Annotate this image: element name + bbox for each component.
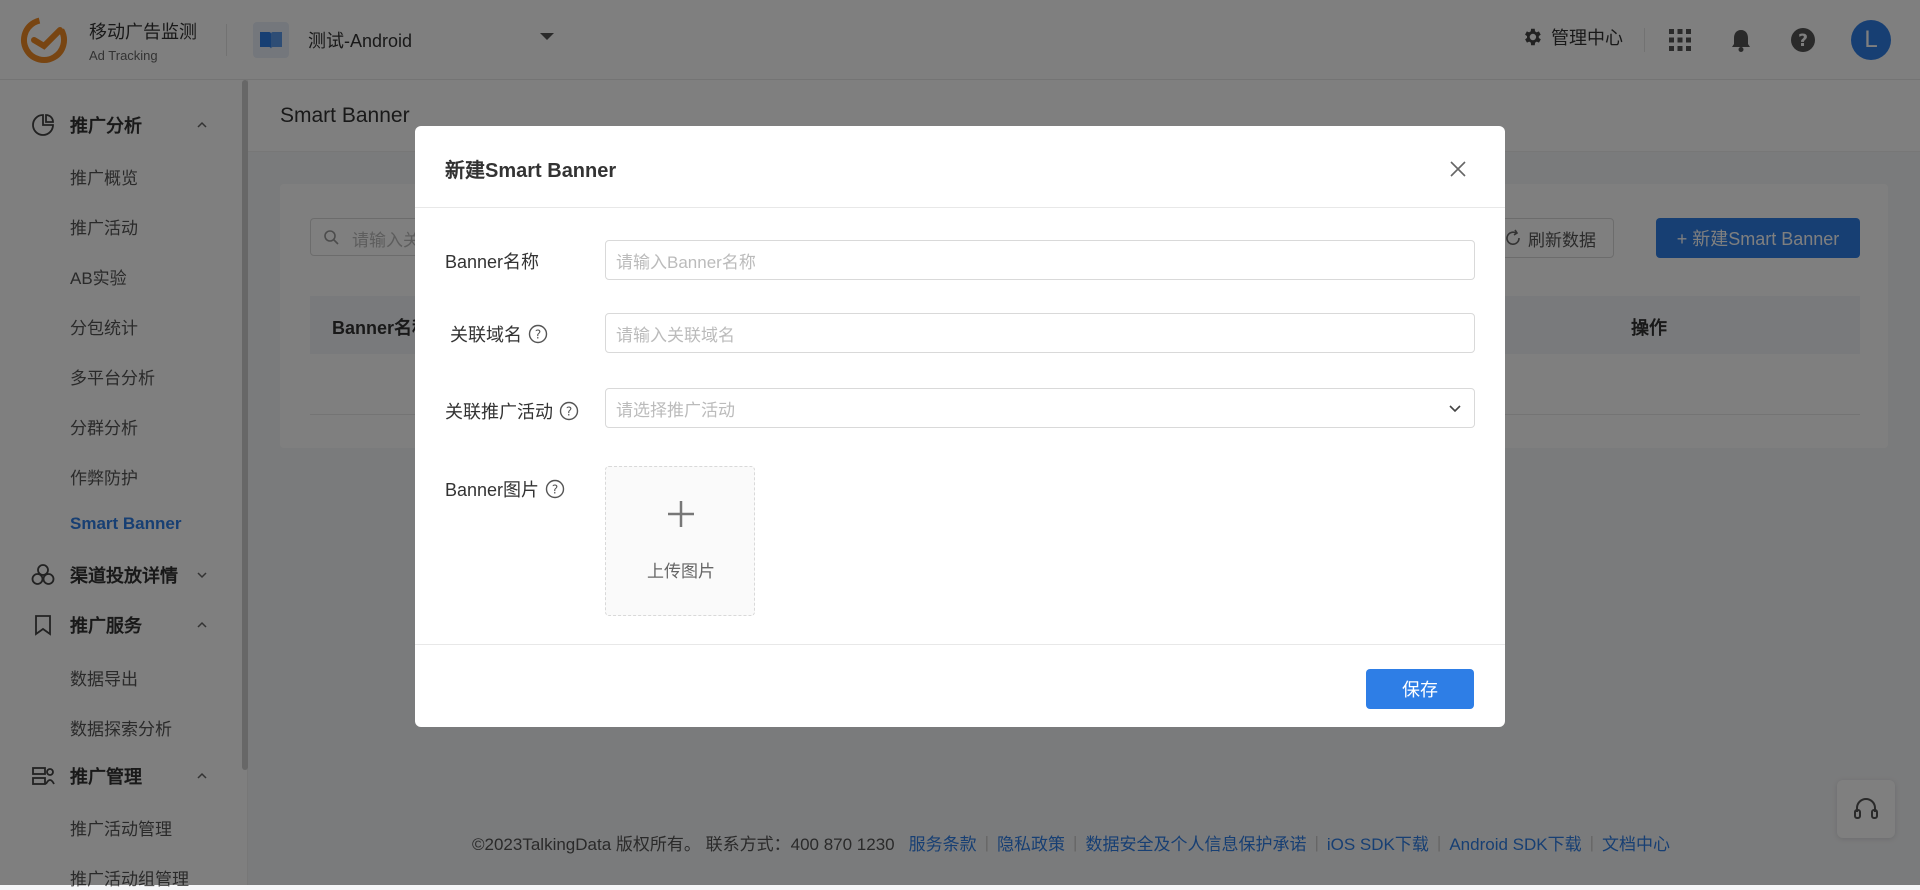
- banner-name-placeholder: 请输入Banner名称: [616, 252, 756, 272]
- banner-name-label: Banner名称: [445, 248, 539, 274]
- close-icon[interactable]: [1445, 156, 1471, 182]
- campaign-select[interactable]: 请选择推广活动: [605, 388, 1475, 428]
- image-upload-area[interactable]: 上传图片: [605, 466, 755, 616]
- upload-label: 上传图片: [647, 562, 715, 581]
- campaign-label-text: 关联推广活动: [445, 402, 553, 422]
- question-circle-icon[interactable]: ?: [545, 479, 565, 499]
- new-smart-banner-dialog: 新建Smart Banner Banner名称 请输入Banner名称 关联域名…: [415, 126, 1505, 727]
- svg-text:?: ?: [535, 328, 541, 342]
- modal-header-divider: [415, 207, 1505, 208]
- svg-text:?: ?: [552, 483, 558, 497]
- svg-text:?: ?: [566, 405, 572, 419]
- save-button[interactable]: 保存: [1366, 669, 1474, 709]
- banner-image-label: Banner图片 ?: [445, 476, 565, 502]
- campaign-placeholder: 请选择推广活动: [616, 400, 735, 420]
- campaign-label: 关联推广活动 ?: [445, 398, 579, 424]
- banner-name-label-text: Banner名称: [445, 252, 540, 272]
- domain-placeholder: 请输入关联域名: [616, 325, 735, 345]
- chevron-down-icon: [1449, 405, 1461, 413]
- question-circle-icon[interactable]: ?: [528, 324, 548, 344]
- question-circle-icon[interactable]: ?: [559, 401, 579, 421]
- banner-name-input[interactable]: 请输入Banner名称: [605, 240, 1475, 280]
- modal-footer-divider: [415, 644, 1505, 645]
- domain-label-text: 关联域名: [450, 325, 522, 345]
- domain-label: 关联域名 ?: [450, 321, 548, 347]
- plus-icon: [668, 501, 694, 527]
- banner-image-label-text: Banner图片: [445, 480, 540, 500]
- domain-input[interactable]: 请输入关联域名: [605, 313, 1475, 353]
- modal-title: 新建Smart Banner: [445, 160, 617, 182]
